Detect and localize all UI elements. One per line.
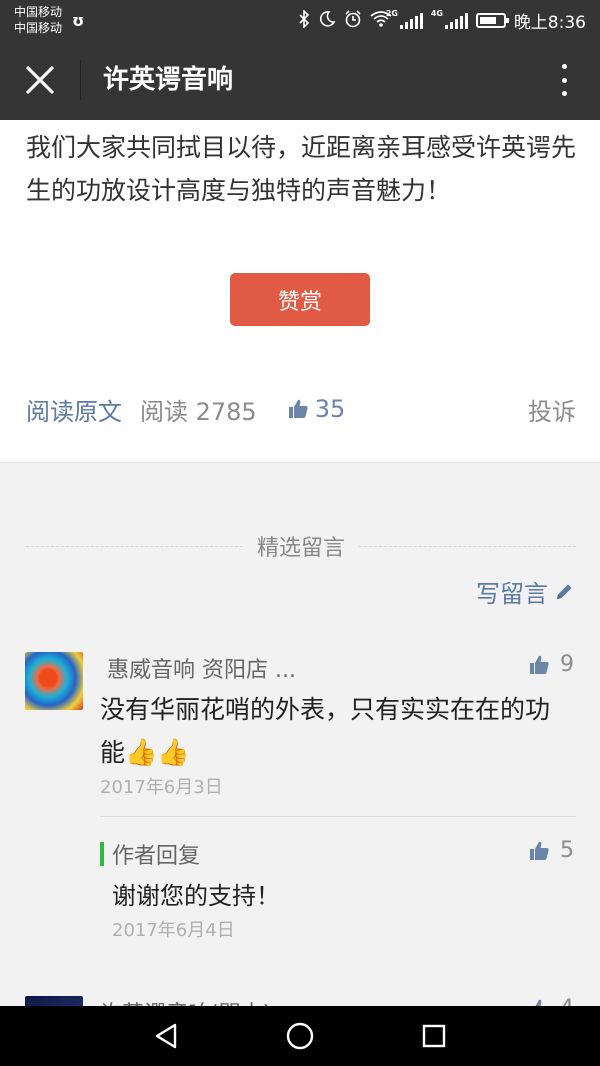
system-nav-bar (0, 1006, 600, 1066)
commenter-name: ￼ 惠威音响 资阳店 ... (100, 658, 296, 683)
clock: 晚上8:36 (513, 13, 586, 33)
commenter-name: 许英谔音响(閔中) (100, 996, 271, 1006)
reply-like-count: 5 (560, 838, 574, 863)
bluetooth-icon (298, 8, 310, 32)
title-divider (80, 60, 81, 100)
thumbs-up-emoji-icon: 👍 (125, 738, 158, 768)
complain-link[interactable]: 投诉 (528, 392, 576, 427)
comment-like-button[interactable]: 4 (528, 996, 574, 1006)
comments-title: 精选留言 (257, 536, 346, 561)
network-type-1: 2G (385, 8, 398, 18)
avatar[interactable] (25, 652, 83, 710)
close-icon (26, 66, 54, 94)
reply-date: 2017年6月4日 (112, 920, 235, 941)
article-paragraph: 我们大家共同拭目以待，近距离亲耳感受许英谔先生的功放设计高度与独特的声音魅力！ (26, 133, 577, 205)
home-button[interactable] (284, 1020, 316, 1052)
more-dot-icon (561, 91, 567, 96)
avatar[interactable] (25, 996, 83, 1006)
signal-icon-1: 2G (386, 9, 423, 29)
home-circle-icon (286, 1022, 314, 1050)
thumbs-up-emoji-icon: 👍 (157, 738, 190, 768)
thumbs-up-icon (535, 999, 549, 1006)
read-original-link[interactable]: 阅读原文 (26, 392, 122, 427)
more-dot-icon (561, 64, 567, 69)
comment-item: 许英谔音响(閔中) 4 (0, 994, 600, 1006)
divider-line (359, 545, 577, 547)
divider-line (26, 545, 243, 547)
reply-indicator (100, 842, 104, 866)
write-comment-label: 写留言 (476, 580, 548, 608)
article-meta: 阅读原文 阅读 2785 35 投诉 (26, 392, 576, 426)
comment-text: 没有华丽花哨的外表，只有实实在在的功能👍👍 (100, 688, 570, 775)
author-reply-label: 作者回复 (112, 844, 201, 869)
more-dot-icon (561, 77, 567, 83)
comment-item: ￼ 惠威音响 资阳店 ... 9 没有华丽花哨的外表，只有实实在在的功能👍👍 2… (0, 652, 600, 952)
thumbs-up-icon (530, 655, 549, 674)
carrier-info: 中国移动 中国移动 (14, 4, 62, 36)
moon-icon (318, 10, 336, 32)
comment-like-count: 9 (560, 652, 574, 677)
alarm-icon (344, 9, 362, 32)
read-count: 阅读 2785 (140, 397, 257, 426)
reply-separator (100, 816, 576, 817)
back-triangle-icon (155, 1023, 177, 1049)
carrier-2: 中国移动 (14, 21, 63, 35)
battery-icon (475, 13, 509, 28)
comment-like-button[interactable]: 9 (528, 652, 574, 677)
status-bar: 中国移动 中国移动 ʊ 2G 4G 晚上8:36 (0, 0, 600, 40)
comment-date: 2017年6月3日 (100, 777, 223, 798)
more-options-button[interactable] (554, 60, 574, 100)
thumbs-up-icon (288, 399, 308, 418)
carrier-1: 中国移动 (14, 5, 63, 19)
pencil-icon (557, 584, 572, 599)
article-footer: 我们大家共同拭目以待，近距离亲耳感受许英谔先生的功放设计高度与独特的声音魅力！ … (0, 120, 600, 463)
title-bar: 许英谔音响 (0, 40, 600, 120)
article-like-count: 35 (314, 395, 346, 423)
reward-button[interactable]: 赞赏 (230, 273, 370, 326)
recents-square-icon (422, 1024, 446, 1048)
page-title: 许英谔音响 (103, 65, 234, 95)
comments-section-header: 精选留言 (26, 528, 577, 564)
status-icons: 2G 4G 晚上8:36 (298, 8, 586, 33)
signal-icon-2: 4G (431, 9, 468, 29)
reply-text: 谢谢您的支持！ (112, 882, 280, 910)
recents-button[interactable] (418, 1020, 450, 1052)
reply-like-button[interactable]: 5 (528, 838, 574, 863)
notification-icon: ʊ (72, 11, 85, 30)
article-like-button[interactable]: 35 (287, 395, 346, 423)
thumbs-up-icon (530, 841, 549, 860)
back-button[interactable] (150, 1020, 182, 1052)
network-type-2: 4G (430, 8, 443, 18)
comment-like-count: 4 (560, 996, 574, 1006)
write-comment-button[interactable]: 写留言 (476, 574, 574, 609)
close-button[interactable] (16, 56, 64, 104)
